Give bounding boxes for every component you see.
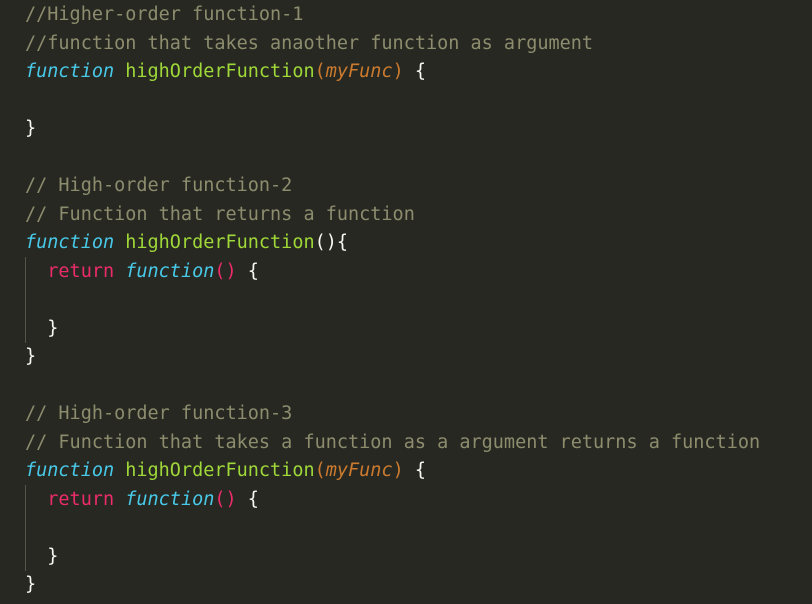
- code-token: (): [314, 232, 337, 253]
- code-token: {: [414, 460, 426, 481]
- code-line[interactable]: return function() {: [0, 258, 812, 287]
- code-line[interactable]: //Higher-order function-1: [0, 1, 812, 30]
- code-line[interactable]: // High-order function-2: [0, 172, 812, 201]
- code-token: }: [25, 574, 37, 595]
- code-token: ): [392, 61, 404, 82]
- code-line[interactable]: // High-order function-3: [0, 400, 812, 429]
- code-token: (: [314, 61, 326, 82]
- code-token: // High-order function-3: [25, 403, 293, 424]
- code-line[interactable]: [0, 286, 812, 315]
- code-line[interactable]: function highOrderFunction(myFunc) {: [0, 58, 812, 87]
- code-line[interactable]: // Function that returns a function: [0, 201, 812, 230]
- code-line[interactable]: return function() {: [0, 486, 812, 515]
- code-line[interactable]: function highOrderFunction(){: [0, 229, 812, 258]
- code-line[interactable]: }: [0, 343, 812, 372]
- code-line[interactable]: [0, 372, 812, 401]
- code-token: highOrderFunction: [125, 460, 315, 481]
- code-token: // Function that returns a function: [25, 203, 415, 225]
- code-token: function: [125, 488, 215, 510]
- code-line[interactable]: [0, 144, 812, 173]
- code-editor-surface[interactable]: //Higher-order function-1 //function that…: [0, 0, 812, 604]
- code-token: }: [25, 118, 37, 139]
- code-token: //Higher-order function-1: [25, 4, 304, 25]
- code-token: myFunc: [325, 61, 393, 82]
- code-token: {: [247, 488, 259, 510]
- code-token: (): [214, 260, 237, 282]
- code-token: ): [392, 460, 404, 481]
- code-line[interactable]: }: [0, 543, 812, 572]
- code-token: (: [314, 460, 326, 481]
- code-token: }: [25, 545, 59, 567]
- code-token: // Function that takes a function as a a…: [25, 431, 761, 453]
- code-token: function: [125, 260, 215, 282]
- code-line[interactable]: [0, 514, 812, 543]
- code-token: }: [25, 317, 59, 339]
- code-token: // High-order function-2: [25, 175, 293, 196]
- code-token: {: [247, 260, 259, 282]
- code-token: (): [214, 488, 237, 510]
- code-line[interactable]: function highOrderFunction(myFunc) {: [0, 457, 812, 486]
- code-line[interactable]: //function that takes anaother function …: [0, 30, 812, 59]
- code-token: function: [25, 61, 115, 82]
- code-line[interactable]: // Function that takes a function as a a…: [0, 429, 812, 458]
- code-line[interactable]: }: [0, 571, 812, 600]
- code-token: return: [47, 260, 115, 282]
- code-token: {: [336, 232, 349, 253]
- code-line[interactable]: }: [0, 115, 812, 144]
- code-token: {: [414, 61, 426, 82]
- code-token: //function that takes anaother function …: [25, 32, 594, 54]
- code-token: return: [47, 488, 115, 510]
- code-token: myFunc: [325, 460, 393, 481]
- code-token: function: [25, 460, 115, 481]
- code-line[interactable]: [0, 87, 812, 116]
- code-content-area[interactable]: //Higher-order function-1 //function that…: [0, 0, 812, 600]
- code-line[interactable]: }: [0, 315, 812, 344]
- code-token: highOrderFunction: [125, 232, 315, 253]
- code-token: }: [25, 346, 37, 367]
- code-token: function: [25, 232, 115, 253]
- code-token: highOrderFunction: [125, 61, 315, 82]
